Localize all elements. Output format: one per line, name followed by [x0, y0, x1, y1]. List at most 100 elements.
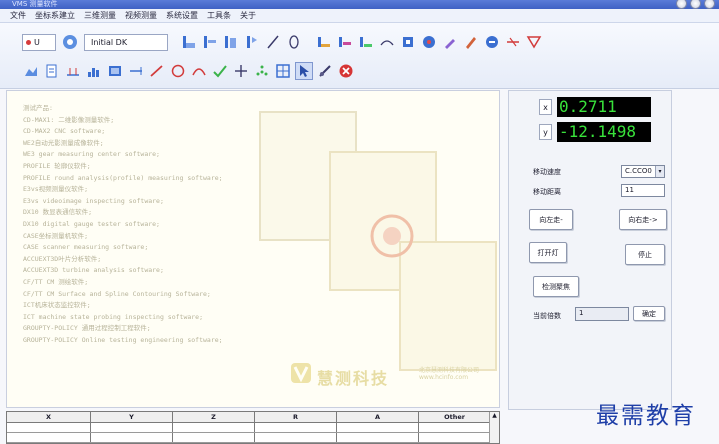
toolbar-row-2	[22, 62, 355, 80]
product-list-line: PROFILE 轮廓仪软件;	[23, 161, 91, 170]
column-header[interactable]: Y	[91, 412, 173, 422]
measure-tool-icon[interactable]	[316, 62, 334, 80]
column-header[interactable]: A	[337, 412, 419, 422]
circle-red-icon[interactable]	[169, 62, 187, 80]
move-right-button[interactable]: 向右走->	[619, 209, 667, 230]
menu-toolbar[interactable]: 工具条	[207, 10, 231, 21]
company-brand-subtext: 北京慧测科技有限公司 www.hcinfo.com	[419, 367, 480, 381]
move-left-button[interactable]: 向左走-	[529, 209, 573, 230]
menu-bar: 文件 坐标系建立 三维测量 视频测量 系统设置 工具条 关于	[0, 9, 719, 23]
table-cell[interactable]	[337, 423, 419, 432]
arc-red-icon[interactable]	[190, 62, 208, 80]
table-cell[interactable]	[337, 433, 419, 442]
zoom-input[interactable]: 1	[575, 307, 629, 321]
menu-video-measure[interactable]: 视频测量	[125, 10, 157, 21]
toolbar: U Initial DK	[0, 23, 719, 89]
line-draw-icon[interactable]	[264, 33, 282, 51]
table-cell[interactable]	[419, 423, 491, 432]
product-list-line: ACCUEXT3D叶片分析软件;	[23, 254, 102, 263]
red-line-icon[interactable]	[148, 62, 166, 80]
profile-tool-icon[interactable]	[43, 62, 61, 80]
pen-tool-icon[interactable]	[441, 33, 459, 51]
arc-tool-icon[interactable]	[243, 33, 261, 51]
minimize-button[interactable]	[676, 0, 687, 9]
y-readout-row: y -12.1498	[539, 122, 651, 142]
distance-tool-icon[interactable]	[315, 33, 333, 51]
stop-button[interactable]: 停止	[625, 244, 665, 265]
erase-tool-icon[interactable]	[483, 33, 501, 51]
light-on-button[interactable]: 打开灯	[529, 242, 567, 263]
filter-tool-icon[interactable]	[525, 33, 543, 51]
auto-focus-button[interactable]: 检测聚焦	[533, 276, 579, 297]
grid-tool-icon[interactable]	[64, 62, 82, 80]
seal-icon	[370, 214, 414, 258]
stop-red-icon[interactable]	[337, 62, 355, 80]
cross-hair-icon[interactable]	[232, 62, 250, 80]
product-list-line: CF/TT CM 测绘软件;	[23, 277, 89, 286]
arc-measure-icon[interactable]	[378, 33, 396, 51]
table-cell[interactable]	[91, 433, 173, 442]
camera-icon	[63, 35, 77, 49]
maximize-button[interactable]	[690, 0, 701, 9]
step-input[interactable]: 11	[621, 184, 665, 197]
y-axis-button[interactable]: y	[539, 124, 552, 140]
line-tool-icon[interactable]	[201, 33, 219, 51]
menu-3d-measure[interactable]: 三维测量	[84, 10, 116, 21]
y-coordinate-display: -12.1498	[557, 122, 651, 142]
table-cell[interactable]	[419, 433, 491, 442]
measurement-table: X Y Z R A Other ▲	[6, 411, 500, 444]
camera-button[interactable]	[59, 31, 81, 53]
edit-tool-icon[interactable]	[462, 33, 480, 51]
column-header[interactable]: Z	[173, 412, 255, 422]
table-cell[interactable]	[7, 433, 91, 442]
table-scrollbar[interactable]: ▲	[489, 412, 499, 443]
column-header[interactable]: Other	[419, 412, 491, 422]
table-cell[interactable]	[255, 423, 337, 432]
table-cell[interactable]	[7, 423, 91, 432]
confirm-button[interactable]: 确定	[633, 306, 665, 321]
product-list-line: GROUPTY-POLICY Online testing engineerin…	[23, 335, 223, 344]
menu-settings[interactable]: 系统设置	[166, 10, 198, 21]
chevron-down-icon[interactable]: ▾	[655, 166, 664, 177]
speed-label: 移动速度	[533, 168, 561, 176]
menu-coordinate[interactable]: 坐标系建立	[35, 10, 75, 21]
column-header[interactable]: R	[255, 412, 337, 422]
check-tool-icon[interactable]	[211, 62, 229, 80]
multi-point-icon[interactable]	[253, 62, 271, 80]
menu-about[interactable]: 关于	[240, 10, 256, 21]
table-cell[interactable]	[173, 423, 255, 432]
chart-tool-icon[interactable]	[85, 62, 103, 80]
frame-tool-icon[interactable]	[274, 62, 292, 80]
picture-tool-icon[interactable]	[106, 62, 124, 80]
image-canvas[interactable]: 慧测科技 北京慧测科技有限公司 www.hcinfo.com 测试产品: CD-M…	[6, 90, 500, 408]
angle-tool-icon[interactable]	[336, 33, 354, 51]
unit-value: U	[34, 37, 40, 47]
select-tool-icon[interactable]	[295, 62, 313, 80]
product-list-line: CF/TT CM Surface and Spline Contouring S…	[23, 289, 211, 298]
unit-selector[interactable]: U	[22, 33, 56, 51]
width-tool-icon[interactable]	[357, 33, 375, 51]
table-cell[interactable]	[91, 423, 173, 432]
probe-tool-icon[interactable]	[420, 33, 438, 51]
x-axis-button[interactable]: x	[539, 99, 552, 115]
scroll-up-icon[interactable]: ▲	[492, 412, 497, 419]
speed-select[interactable]: C.CCO0 ▾	[621, 165, 665, 178]
rect-tool-icon[interactable]	[399, 33, 417, 51]
column-header[interactable]: X	[7, 412, 91, 422]
product-list-line: WE3 gear measuring center software;	[23, 150, 160, 159]
ellipse-tool-icon[interactable]	[285, 33, 303, 51]
point-tool-icon[interactable]	[180, 33, 198, 51]
product-list-line: WE2自动光影测量成像软件;	[23, 138, 104, 147]
area-tool-icon[interactable]	[22, 62, 40, 80]
cross-tool-icon[interactable]	[504, 33, 522, 51]
product-list-line: CD-MAX1: 二维影像测量软件;	[23, 115, 115, 124]
dimension-tool-icon[interactable]	[127, 62, 145, 80]
menu-file[interactable]: 文件	[10, 10, 26, 21]
table-row[interactable]	[7, 433, 499, 443]
table-row[interactable]	[7, 423, 499, 433]
table-cell[interactable]	[173, 433, 255, 442]
table-cell[interactable]	[255, 433, 337, 442]
profile-combo[interactable]: Initial DK	[84, 33, 168, 51]
close-button[interactable]	[704, 0, 715, 9]
circle-tool-icon[interactable]	[222, 33, 240, 51]
